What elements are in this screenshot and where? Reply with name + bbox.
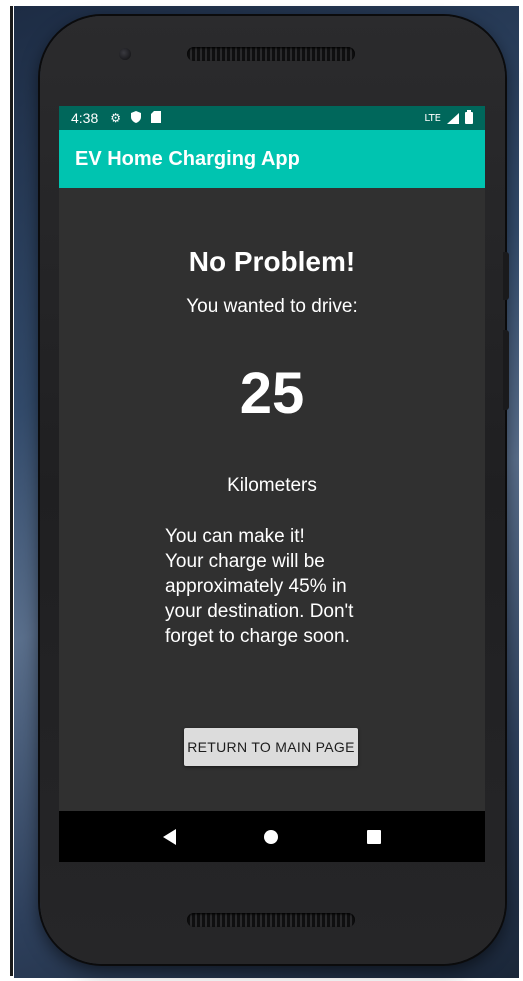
signal-icon bbox=[447, 112, 459, 124]
navigation-bar bbox=[59, 811, 485, 862]
distance-unit: Kilometers bbox=[227, 475, 317, 496]
top-speaker-grille bbox=[187, 47, 355, 61]
network-type: LTE bbox=[424, 112, 441, 124]
app-title: EV Home Charging App bbox=[75, 147, 300, 170]
recent-apps-icon[interactable] bbox=[366, 829, 381, 844]
result-headline: No Problem! bbox=[188, 246, 356, 277]
status-time: 4:38 bbox=[71, 110, 99, 126]
front-camera-icon bbox=[119, 48, 131, 60]
message-line: You can make it! bbox=[165, 526, 305, 547]
charge-message: You can make it! Your charge will be app… bbox=[165, 524, 395, 649]
message-line: Your charge will be bbox=[165, 551, 325, 572]
shield-icon bbox=[131, 111, 142, 125]
main-content: No Problem! You wanted to drive: 25 Kilo… bbox=[59, 188, 485, 811]
distance-value: 25 bbox=[239, 361, 305, 426]
message-line: forget to charge soon. bbox=[165, 626, 350, 647]
home-icon[interactable] bbox=[264, 829, 279, 844]
gear-icon: ⚙ bbox=[110, 111, 122, 125]
status-right-group: LTE bbox=[424, 110, 473, 124]
message-line: your destination. Don't bbox=[165, 601, 354, 622]
app-bar: EV Home Charging App bbox=[59, 130, 485, 188]
battery-icon bbox=[465, 110, 473, 124]
status-bar: 4:38 ⚙ LTE bbox=[59, 106, 485, 130]
sd-card-icon bbox=[151, 111, 162, 125]
drive-prompt-label: You wanted to drive: bbox=[186, 296, 358, 317]
device-screen: 4:38 ⚙ LTE EV Home Charging App No Probl… bbox=[59, 106, 485, 862]
volume-button bbox=[503, 252, 509, 300]
power-button bbox=[503, 330, 509, 410]
back-icon[interactable] bbox=[163, 828, 177, 845]
message-line: approximately 45% in bbox=[165, 576, 347, 597]
left-border bbox=[0, 0, 14, 981]
return-to-main-page-button[interactable]: RETURN TO MAIN PAGE bbox=[184, 728, 358, 766]
bottom-speaker-grille bbox=[187, 913, 355, 927]
